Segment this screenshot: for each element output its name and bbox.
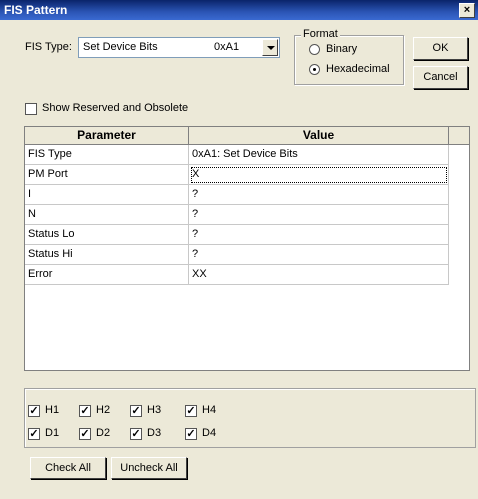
ok-button[interactable]: OK bbox=[413, 37, 468, 60]
binary-radio[interactable] bbox=[309, 44, 320, 55]
fis-type-name: Set Device Bits bbox=[83, 41, 158, 53]
param-cell: Status Hi bbox=[25, 245, 189, 265]
d2-label: D2 bbox=[96, 427, 111, 439]
close-button[interactable]: × bbox=[459, 3, 475, 18]
d3-checkbox[interactable]: ✓ bbox=[130, 428, 142, 440]
d2-checkbox[interactable]: ✓ bbox=[79, 428, 91, 440]
window-title: FIS Pattern bbox=[4, 3, 68, 17]
show-reserved-checkbox[interactable] bbox=[25, 103, 37, 115]
h4-checkbox[interactable]: ✓ bbox=[185, 405, 197, 417]
hexadecimal-label: Hexadecimal bbox=[326, 63, 390, 75]
d3-label: D3 bbox=[147, 427, 162, 439]
param-cell: N bbox=[25, 205, 189, 225]
value-header[interactable]: Value bbox=[189, 127, 449, 145]
value-cell[interactable]: ? bbox=[189, 185, 449, 205]
d4-label: D4 bbox=[202, 427, 217, 439]
show-reserved-label: Show Reserved and Obsolete bbox=[42, 102, 189, 114]
value-cell-selected[interactable]: X bbox=[189, 165, 449, 185]
h2-label: H2 bbox=[96, 404, 111, 416]
fis-type-label: FIS Type: bbox=[25, 41, 72, 53]
param-cell: FIS Type bbox=[25, 145, 189, 165]
h4-label: H4 bbox=[202, 404, 217, 416]
binary-label: Binary bbox=[326, 43, 358, 55]
cancel-button[interactable]: Cancel bbox=[413, 66, 468, 89]
param-cell: Status Lo bbox=[25, 225, 189, 245]
checkbox-panel bbox=[24, 388, 476, 448]
value-cell[interactable]: ? bbox=[189, 205, 449, 225]
value-cell[interactable]: XX bbox=[189, 265, 449, 285]
value-cell[interactable]: ? bbox=[189, 225, 449, 245]
param-cell: I bbox=[25, 185, 189, 205]
h1-checkbox[interactable]: ✓ bbox=[28, 405, 40, 417]
h3-label: H3 bbox=[147, 404, 162, 416]
h2-checkbox[interactable]: ✓ bbox=[79, 405, 91, 417]
hexadecimal-radio[interactable] bbox=[309, 64, 320, 75]
d1-label: D1 bbox=[45, 427, 60, 439]
header-filler bbox=[449, 127, 469, 145]
h1-label: H1 bbox=[45, 404, 60, 416]
fis-type-combo[interactable]: Set Device Bits 0xA1 bbox=[78, 37, 280, 58]
parameter-header[interactable]: Parameter bbox=[25, 127, 189, 145]
h3-checkbox[interactable]: ✓ bbox=[130, 405, 142, 417]
chevron-down-icon[interactable] bbox=[262, 39, 278, 56]
value-cell[interactable]: 0xA1: Set Device Bits bbox=[189, 145, 449, 165]
title-bar: FIS Pattern × bbox=[0, 0, 478, 20]
uncheck-all-button[interactable]: Uncheck All bbox=[111, 457, 187, 479]
d1-checkbox[interactable]: ✓ bbox=[28, 428, 40, 440]
check-all-button[interactable]: Check All bbox=[30, 457, 106, 479]
fis-type-code: 0xA1 bbox=[214, 41, 240, 53]
fis-pattern-dialog: FIS Pattern × FIS Type: Set Device Bits … bbox=[0, 0, 478, 499]
param-cell: PM Port bbox=[25, 165, 189, 185]
param-cell: Error bbox=[25, 265, 189, 285]
d4-checkbox[interactable]: ✓ bbox=[185, 428, 197, 440]
parameter-table: Parameter Value FIS Type 0xA1: Set Devic… bbox=[24, 126, 470, 371]
value-cell[interactable]: ? bbox=[189, 245, 449, 265]
format-legend: Format bbox=[301, 28, 340, 40]
